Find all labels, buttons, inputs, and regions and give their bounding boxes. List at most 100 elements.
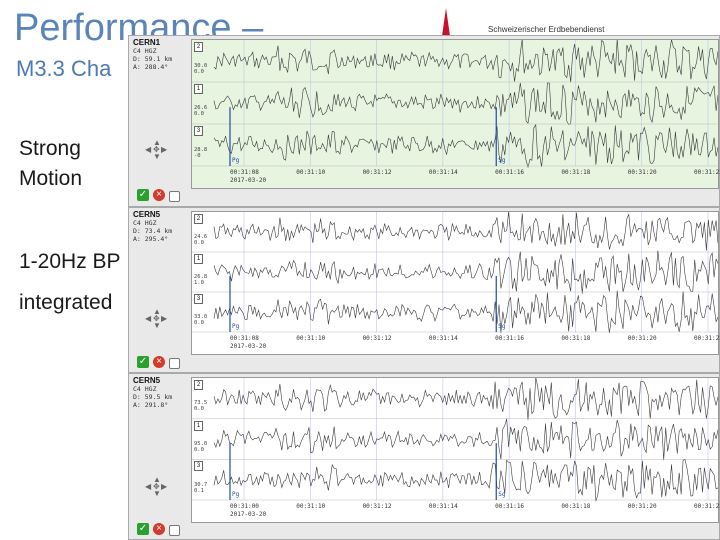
time-tick-label: 00:31:20 [627,335,657,342]
channel-tag[interactable]: 3 [194,126,203,136]
distance: D: 73.4 km [133,227,173,235]
label-bandpass: 1-20Hz BP [19,250,121,273]
date-label: 2017-03-20 [230,177,267,184]
label-strong: Strong [19,137,81,160]
time-tick-label: 00:31:16 [495,503,525,510]
seismogram-panel-3: CERN5 C4 HGZ D: 59.5 km A: 291.8° ▲ ◀ ✥ ▶ ▼ … [128,373,720,540]
channel-tag[interactable]: 1 [194,420,203,431]
channel-tag[interactable]: 2 [194,214,203,224]
arrow-pad-icon[interactable]: ▲ ◀ ✥ ▶ ▼ [145,139,167,161]
date-label: 2017-03-20 [230,343,267,350]
amplitude-scale: 30.0 0.0 [194,63,207,75]
distance: D: 59.1 km [133,55,173,63]
arrow-pad-icon[interactable]: ▲ ◀ ✥ ▶ ▼ [145,476,167,498]
waveform-trace [213,82,718,125]
waveform-trace [213,378,718,421]
trace-plot[interactable]: 2 24.6 0.0 1 26.8 1.0 3 33.0 0.0 Pg Sg 00:31:08 00:3… [191,211,720,355]
panel-buttons: ✓ × [137,523,180,537]
date-label: 2017-03-20 [230,511,267,518]
channel-tag[interactable]: 3 [194,461,203,472]
trace-plot[interactable]: 2 73.5 0.0 1 95.0 0.0 3 30.7 0.1 Pg Sg 00:31:00 00:3… [191,377,720,523]
station-name: CERN5 [133,376,161,385]
channel-code: C4 HGZ [133,219,157,227]
time-tick-label: 00:31:20 [627,503,657,510]
amplitude-value: 0.0 [194,69,204,76]
trace-canvas [192,378,718,502]
trace-canvas [192,212,718,334]
time-tick-label: 00:31:10 [296,169,326,176]
waveform-trace [213,418,718,461]
station-info: CERN5 C4 HGZ D: 59.5 km A: 291.8° [133,377,191,421]
amplitude-value: 0.0 [194,320,204,326]
amplitude-scale: 26.8 1.0 [194,274,207,286]
time-tick-label: 00:31:08 [230,169,259,176]
label-motion: Motion [19,167,83,190]
station-info: CERN5 C4 HGZ D: 73.4 km A: 295.4° [133,211,191,255]
amplitude-value: 0.0 [194,406,204,413]
time-tick-label: 00:31:12 [362,169,392,176]
cancel-icon[interactable]: × [153,356,165,368]
channel-code: C4 HGZ [133,47,157,55]
channel-code: C4 HGZ [133,385,157,393]
time-tick-label: 00:31:00 [230,503,259,510]
amplitude-value: 30.7 [194,481,208,488]
checkmark-icon[interactable]: ✓ [137,523,149,535]
sed-logo: Schweizerischer Erdbebendienst [430,4,720,36]
cancel-icon[interactable]: × [153,189,165,201]
slide-subtitle: M3.3 Cha [16,56,112,81]
waveform-trace [213,40,718,83]
checkmark-icon[interactable]: ✓ [137,356,149,368]
time-tick-label: 00:31:14 [428,335,458,342]
pick-label: Sg [498,491,506,498]
time-tick-label: 00:31:10 [296,503,326,510]
amplitude-scale: 28.8 -0 [194,147,207,159]
amplitude-scale: 73.5 0.0 [194,400,207,412]
time-tick-label: 00:31:16 [495,169,525,176]
time-tick-label: 00:31:12 [362,335,392,342]
logo-mark-icon [442,8,450,36]
amplitude-value: 1.0 [194,280,204,286]
azimuth: A: 295.4° [133,235,169,243]
pick-label: Pg [232,491,240,498]
waveform-trace [213,459,718,502]
channel-tag[interactable]: 2 [194,380,203,390]
detach-button[interactable] [169,358,180,369]
amplitude-scale: 95.0 0.0 [194,441,207,453]
amplitude-scale: 26.6 0.0 [194,105,207,117]
label-integrated: integrated [19,291,113,314]
arrow-pad-icon[interactable]: ▲ ◀ ✥ ▶ ▼ [145,308,167,330]
azimuth: A: 288.4° [133,63,169,71]
detach-button[interactable] [169,525,180,536]
amplitude-value: -0 [194,153,201,160]
amplitude-value: 0.0 [194,240,204,246]
channel-tag[interactable]: 1 [194,254,203,264]
panel-buttons: ✓ × [137,189,180,203]
channel-tag[interactable]: 3 [194,294,203,304]
trace-plot[interactable]: 2 30.0 0.0 1 26.6 0.0 3 28.8 -0 Pg Sg 00:31:08 00:31… [191,39,720,189]
waveform-trace [213,123,718,169]
amplitude-scale: 33.0 0.0 [194,314,207,326]
time-tick-label: 00:31:22 [694,503,720,510]
time-tick-label: 00:31:14 [428,169,458,176]
detach-button[interactable] [169,191,180,202]
station-name: CERN5 [133,210,161,219]
waveform-trace [213,290,718,334]
cancel-icon[interactable]: × [153,523,165,535]
time-tick-label: 00:31:08 [230,335,259,342]
time-tick-label: 00:31:10 [296,335,326,342]
channel-tag[interactable]: 2 [194,42,203,52]
azimuth: A: 291.8° [133,401,169,409]
pick-label: Pg [232,323,240,330]
station-name: CERN1 [133,38,161,47]
logo-text: Schweizerischer Erdbebendienst [488,25,605,34]
channel-tag[interactable]: 1 [194,84,203,94]
pick-label: Sg [498,323,506,330]
time-tick-label: 00:31:22 [694,335,720,342]
time-tick-label: 00:31:12 [362,503,392,510]
panel-buttons: ✓ × [137,356,180,370]
pick-label: Sg [498,157,506,164]
amplitude-value: 0.0 [194,447,204,454]
distance: D: 59.5 km [133,393,173,401]
checkmark-icon[interactable]: ✓ [137,189,149,201]
amplitude-value: 0.1 [194,487,204,494]
